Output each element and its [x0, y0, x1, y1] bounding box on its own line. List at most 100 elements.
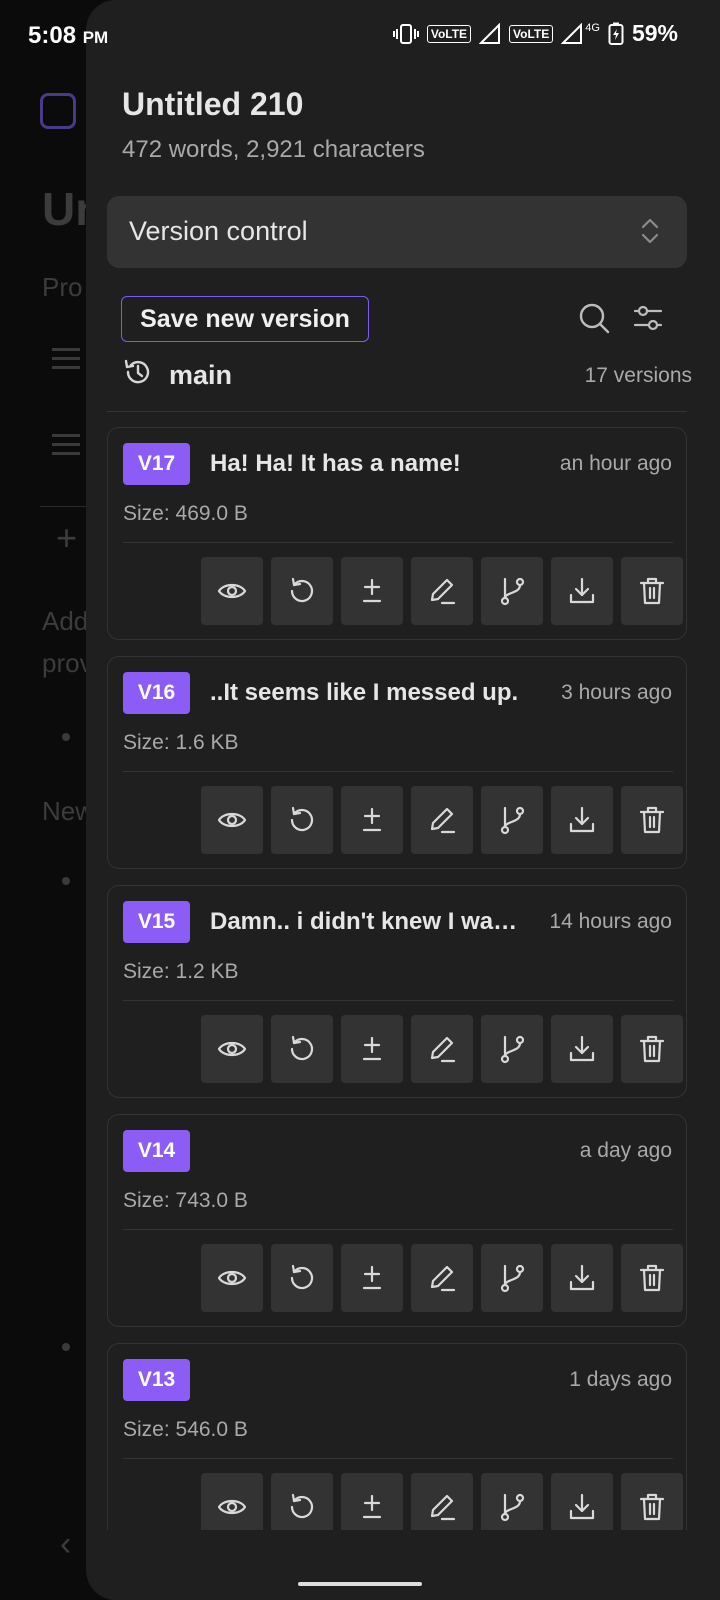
branch-version-button[interactable] — [481, 1473, 543, 1530]
bullet-icon — [62, 733, 70, 741]
list-icon-line — [52, 357, 80, 360]
version-badge: V16 — [123, 672, 190, 714]
diff-icon — [362, 578, 382, 603]
background-text: Add — [42, 606, 89, 636]
download-version-button[interactable] — [551, 786, 613, 854]
diff-version-button[interactable] — [341, 786, 403, 854]
chevron-up-down-icon — [641, 218, 659, 244]
delete-version-button[interactable] — [621, 786, 683, 854]
panel-mode-label: Version control — [129, 216, 308, 246]
divider — [123, 771, 673, 772]
filter-settings-button[interactable] — [628, 298, 668, 338]
version-card: V17 Ha! Ha! It has a name! an hour ago S… — [107, 427, 687, 640]
divider — [123, 1229, 673, 1230]
status-bar: 5:08 PM VoLTE VoLTE 4G 59% — [0, 0, 720, 72]
plus-icon: + — [56, 517, 78, 558]
branch-version-button[interactable] — [481, 557, 543, 625]
version-card: V16 ..It seems like I messed up. 3 hours… — [107, 656, 687, 869]
branch-version-button[interactable] — [481, 786, 543, 854]
version-time: 1 days ago — [569, 1368, 672, 1391]
rename-version-button[interactable] — [411, 1015, 473, 1083]
version-count: 17 versions — [584, 364, 692, 387]
delete-version-button[interactable] — [621, 1473, 683, 1530]
version-actions — [201, 1473, 683, 1530]
branch-version-button[interactable] — [481, 1015, 543, 1083]
download-version-button[interactable] — [551, 1015, 613, 1083]
list-icon — [52, 434, 80, 437]
download-version-button[interactable] — [551, 1473, 613, 1530]
version-badge: V17 — [123, 443, 190, 485]
list-icon — [52, 348, 80, 351]
version-size: Size: 469.0 B — [123, 502, 248, 525]
document-title: Untitled 210 — [122, 86, 304, 122]
version-size: Size: 1.6 KB — [123, 731, 239, 754]
diff-icon — [362, 1265, 382, 1290]
diff-icon — [362, 807, 382, 832]
version-card: V15 Damn.. i didn't knew I wa… 14 hours … — [107, 885, 687, 1098]
delete-version-button[interactable] — [621, 1015, 683, 1083]
version-badge: V15 — [123, 901, 190, 943]
signal-icon — [479, 22, 501, 44]
restore-version-button[interactable] — [271, 1473, 333, 1530]
preview-version-button[interactable] — [201, 1244, 263, 1312]
branch-icon — [500, 806, 525, 835]
preview-version-button[interactable] — [201, 1015, 263, 1083]
restore-version-button[interactable] — [271, 1015, 333, 1083]
branch-icon — [500, 1035, 525, 1064]
version-time: a day ago — [579, 1139, 672, 1162]
rename-version-button[interactable] — [411, 1473, 473, 1530]
time-ampm: PM — [82, 28, 109, 47]
download-version-button[interactable] — [551, 557, 613, 625]
restore-version-button[interactable] — [271, 557, 333, 625]
rename-version-button[interactable] — [411, 557, 473, 625]
delete-version-button[interactable] — [621, 557, 683, 625]
eye-icon — [217, 1499, 247, 1515]
download-icon — [569, 577, 595, 604]
status-icons: VoLTE VoLTE 4G 59% — [392, 20, 678, 47]
diff-version-button[interactable] — [341, 1015, 403, 1083]
edit-icon — [430, 1265, 456, 1292]
version-size: Size: 1.2 KB — [123, 960, 239, 983]
branch-icon — [500, 577, 525, 606]
restore-version-button[interactable] — [271, 786, 333, 854]
panel-mode-select[interactable]: Version control — [107, 196, 687, 268]
version-size: Size: 743.0 B — [123, 1189, 248, 1212]
restore-icon — [290, 1493, 314, 1519]
rename-version-button[interactable] — [411, 1244, 473, 1312]
network-type: 4G — [585, 21, 600, 34]
restore-version-button[interactable] — [271, 1244, 333, 1312]
diff-version-button[interactable] — [341, 557, 403, 625]
diff-icon — [362, 1036, 382, 1061]
branch-version-button[interactable] — [481, 1244, 543, 1312]
save-new-version-button[interactable]: Save new version — [121, 296, 369, 342]
delete-version-button[interactable] — [621, 1244, 683, 1312]
list-icon-line — [52, 366, 80, 369]
eye-icon — [217, 583, 247, 599]
divider — [123, 542, 673, 543]
eye-icon — [217, 812, 247, 828]
history-icon — [124, 359, 150, 384]
search-button[interactable] — [574, 298, 614, 338]
list-icon-line — [52, 443, 80, 446]
edit-icon — [430, 1494, 456, 1521]
version-badge: V14 — [123, 1130, 190, 1172]
battery-charging-icon — [608, 22, 624, 45]
diff-icon — [362, 1494, 382, 1519]
download-icon — [569, 1264, 595, 1291]
branch-icon — [500, 1264, 525, 1293]
preview-version-button[interactable] — [201, 786, 263, 854]
diff-version-button[interactable] — [341, 1473, 403, 1530]
version-name: Ha! Ha! It has a name! — [210, 450, 461, 477]
vibrate-icon — [392, 23, 419, 44]
branch-row[interactable]: main 17 versions — [122, 354, 692, 398]
eye-icon — [217, 1041, 247, 1057]
rename-version-button[interactable] — [411, 786, 473, 854]
signal-icon — [561, 22, 583, 44]
preview-version-button[interactable] — [201, 557, 263, 625]
version-size: Size: 546.0 B — [123, 1418, 248, 1441]
diff-version-button[interactable] — [341, 1244, 403, 1312]
delete-icon — [639, 577, 665, 605]
preview-version-button[interactable] — [201, 1473, 263, 1530]
home-indicator[interactable] — [298, 1582, 422, 1586]
download-version-button[interactable] — [551, 1244, 613, 1312]
